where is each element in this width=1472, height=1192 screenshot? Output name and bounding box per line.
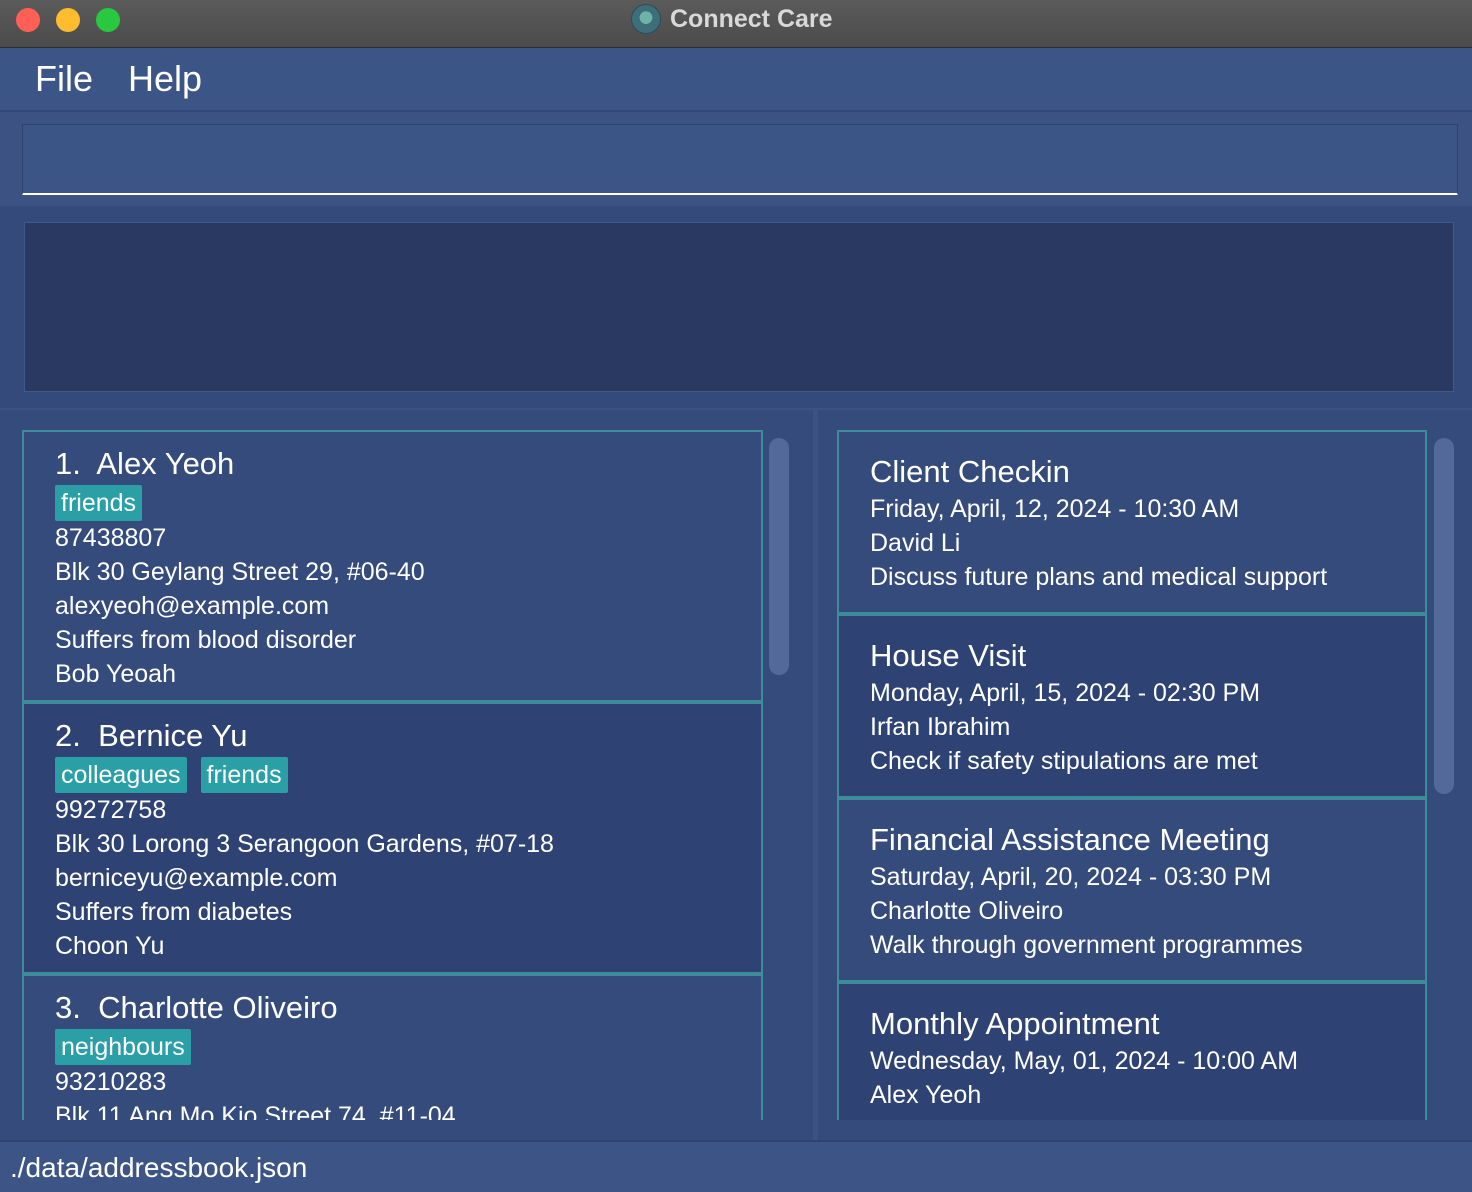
appointment-person: David Li [870,529,961,557]
person-card[interactable]: 3. Charlotte Oliveiro neighbours 9321028… [22,974,763,1120]
command-input[interactable] [22,124,1458,195]
appointment-title: Monthly Appointment [870,1006,1160,1041]
person-address: Blk 30 Geylang Street 29, #06-40 [55,558,425,586]
tag: colleagues [55,757,187,793]
status-bar: ./data/addressbook.json [0,1140,1472,1192]
person-phone: 99272758 [55,796,167,824]
person-index: 2. [55,718,81,753]
person-index: 1. [55,446,81,481]
window-title: Connect Care [670,5,833,33]
person-email: alexyeoh@example.com [55,592,330,620]
person-list-panel: 1. Alex Yeoh friends 87438807 Blk 30 Gey… [0,410,813,1140]
appointment-card[interactable]: House Visit Monday, April, 15, 2024 - 02… [837,614,1427,798]
appointment-person: Irfan Ibrahim [870,713,1011,741]
person-condition: Suffers from blood disorder [55,626,357,654]
menu-help[interactable]: Help [128,58,202,100]
appointment-list-scrollbar[interactable] [1434,438,1454,794]
person-index: 3. [55,990,81,1025]
appointment-description [870,1112,1425,1120]
person-list[interactable]: 1. Alex Yeoh friends 87438807 Blk 30 Gey… [22,430,763,1120]
appointment-card[interactable]: Monthly Appointment Wednesday, May, 01, … [837,982,1427,1120]
appointment-description: Check if safety stipulations are met [870,747,1258,775]
tag: neighbours [55,1029,191,1065]
person-name: Alex Yeoh [96,446,235,481]
person-phone: 87438807 [55,524,167,552]
minimize-window-button[interactable] [56,8,80,32]
tag: friends [55,485,143,521]
tag: friends [200,757,288,793]
appointment-person: Alex Yeoh [870,1081,982,1109]
close-window-button[interactable] [16,8,40,32]
person-name: Bernice Yu [98,718,248,753]
appointment-list[interactable]: Client Checkin Friday, April, 12, 2024 -… [837,430,1427,1120]
person-card[interactable]: 1. Alex Yeoh friends 87438807 Blk 30 Gey… [22,430,763,702]
person-condition: Suffers from diabetes [55,898,293,926]
status-file-path: ./data/addressbook.json [10,1152,308,1183]
appointment-description: Discuss future plans and medical support [870,563,1328,591]
appointment-title: Financial Assistance Meeting [870,822,1270,857]
person-name: Charlotte Oliveiro [98,990,338,1025]
window-titlebar: Connect Care [0,0,1472,48]
person-contact: Choon Yu [55,932,165,960]
person-name-line: 2. Bernice Yu [55,716,761,756]
appointment-title: House Visit [870,638,1027,673]
result-display-container [0,206,1472,408]
appointment-person: Charlotte Oliveiro [870,897,1064,925]
result-display [24,222,1454,392]
appointment-description: Walk through government programmes [870,931,1303,959]
appointment-datetime: Wednesday, May, 01, 2024 - 10:00 AM [870,1047,1299,1075]
appointment-card[interactable]: Client Checkin Friday, April, 12, 2024 -… [837,430,1427,614]
person-address: Blk 30 Lorong 3 Serangoon Gardens, #07-1… [55,830,554,858]
appointment-list-panel: Client Checkin Friday, April, 12, 2024 -… [818,410,1472,1140]
appointment-datetime: Monday, April, 15, 2024 - 02:30 PM [870,679,1261,707]
person-name-line: 3. Charlotte Oliveiro [55,988,761,1028]
person-tags: colleagues friends [55,757,761,793]
person-card[interactable]: 2. Bernice Yu colleagues friends 99272758… [22,702,763,974]
menu-bar: File Help [0,48,1472,112]
person-tags: friends [55,485,761,521]
person-list-scrollbar[interactable] [769,438,789,675]
appointment-datetime: Friday, April, 12, 2024 - 10:30 AM [870,495,1240,523]
appointment-card[interactable]: Financial Assistance Meeting Saturday, A… [837,798,1427,982]
person-phone: 93210283 [55,1068,167,1096]
menu-file[interactable]: File [35,58,93,100]
appointment-title: Client Checkin [870,454,1070,489]
person-contact: Bob Yeoah [55,660,176,688]
connect-care-logo-icon [631,4,661,34]
maximize-window-button[interactable] [96,8,120,32]
person-email: berniceyu@example.com [55,864,338,892]
person-tags: neighbours [55,1029,761,1065]
person-name-line: 1. Alex Yeoh [55,444,761,484]
appointment-datetime: Saturday, April, 20, 2024 - 03:30 PM [870,863,1272,891]
person-address: Blk 11 Ang Mo Kio Street 74, #11-04 [55,1102,456,1120]
